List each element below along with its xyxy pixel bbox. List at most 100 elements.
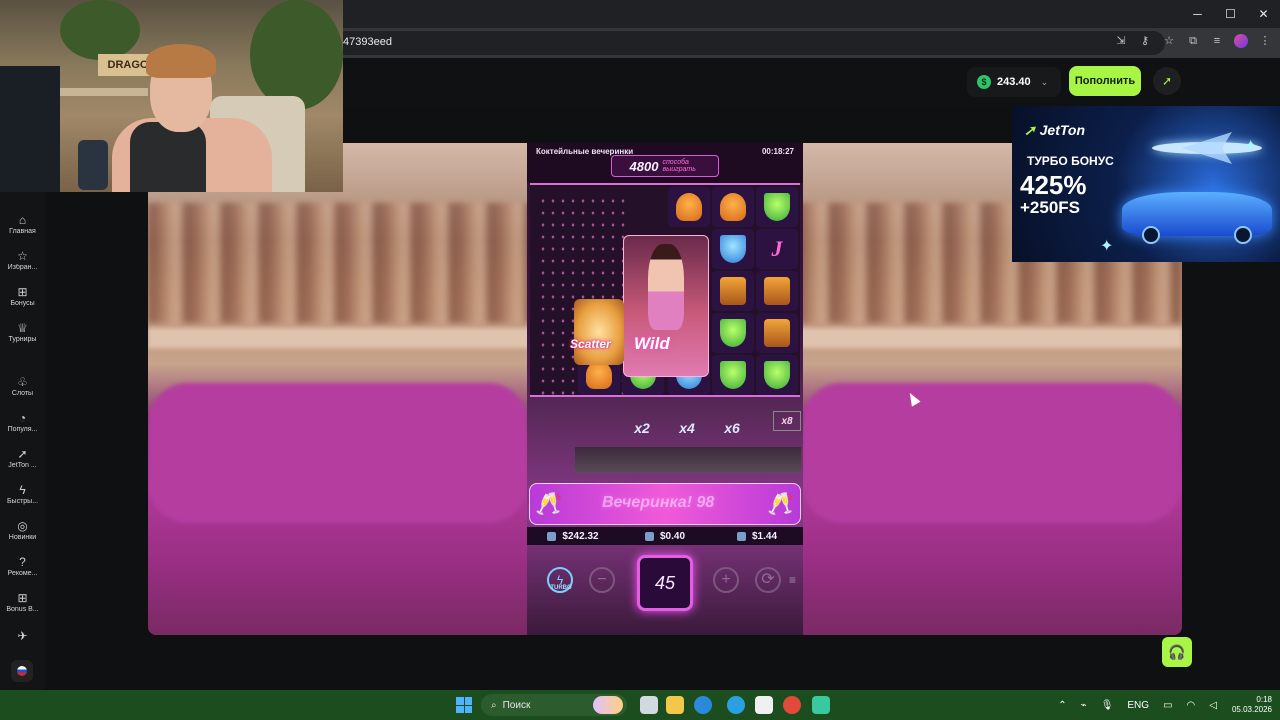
gift-icon: ⊞ (17, 285, 28, 299)
window-controls: ─ ☐ ✕ (1181, 0, 1280, 28)
sidebar-item-bonuses[interactable]: ⊞ Бонусы (0, 284, 45, 318)
ways-label: способа выиграть (662, 159, 696, 173)
sidebar-item-favorites[interactable]: ☆ Избран... (0, 248, 45, 282)
green-cocktail-icon (720, 361, 746, 389)
streaming-app-icon[interactable] (812, 696, 830, 714)
reel-symbol (756, 355, 798, 395)
profile-avatar-icon[interactable] (1234, 34, 1248, 48)
balance-selector[interactable]: $ 243.40 ⌄ (967, 67, 1061, 97)
sofa-right (802, 383, 1182, 523)
address-bar[interactable]: 47393eed (335, 31, 1165, 55)
wallet-icon (547, 531, 557, 541)
promo-banner[interactable]: ✦ ✦ ➚ JetTon ТУРБО БОНУС 425% +250FS (1012, 106, 1280, 262)
sidebar-item-label: JetTon ... (8, 462, 37, 469)
telegram-icon[interactable] (727, 696, 745, 714)
home-icon: ⌂ (18, 213, 27, 227)
extensions-icon[interactable]: ⧉ (1186, 34, 1200, 48)
volume-icon[interactable]: ◁ (1202, 700, 1224, 711)
sidebar-item-popular[interactable]: ◔ Популя... (0, 410, 45, 444)
chrome-icon[interactable] (783, 696, 801, 714)
microphone (78, 140, 108, 190)
stat-bet: $0.40 (619, 527, 711, 545)
bookmark-star-icon[interactable]: ☆ (1162, 34, 1176, 48)
sidebar-item-label: Турниры (8, 336, 37, 343)
orange-cocktail-icon (586, 361, 612, 389)
party-banner: 🥂 Вечеринка! 98 🥂 (529, 483, 801, 525)
deposit-button[interactable]: Пополнить (1069, 66, 1141, 96)
taskbar-search[interactable]: ⌕ Поиск (481, 694, 627, 716)
minimize-button[interactable]: ─ (1181, 0, 1214, 28)
sidebar-item-fast-games[interactable]: ϟ Быстры... (0, 482, 45, 516)
satellite-icon: ✈ (17, 629, 28, 643)
sidebar-item-home[interactable]: ⌂ Главная (0, 212, 45, 246)
close-window-button[interactable]: ✕ (1247, 0, 1280, 28)
ways-to-win-badge: 4800 способа выиграть (611, 155, 719, 177)
promo-line-3: +250FS (1020, 198, 1081, 217)
tray-chevron-icon[interactable]: ⌃ (1051, 700, 1073, 711)
reel-symbol (712, 313, 754, 353)
microphone-icon[interactable]: 🎙 (1094, 700, 1121, 711)
sidebar-item-recommended[interactable]: ? Рекоме... (0, 554, 45, 588)
display-icon[interactable]: ▭ (1156, 700, 1179, 711)
sidebar-item-jetton[interactable]: ➚ JetTon ... (0, 446, 45, 480)
green-cocktail-icon (764, 361, 790, 389)
browser-menu-icon[interactable]: ⋮ (1258, 34, 1272, 48)
sidebar-item-label: Популя... (7, 426, 38, 433)
media-controls-icon[interactable]: ≡ (1210, 34, 1224, 48)
sidebar-item-slots[interactable]: ♧ Слоты (0, 374, 45, 408)
sidebar-item-new[interactable]: ◎ Новинки (0, 518, 45, 552)
game-menu-icon[interactable]: ≡ (789, 573, 796, 587)
reel-symbol (712, 187, 754, 227)
language-flag-icon[interactable] (11, 660, 33, 682)
url-text: 47393eed (343, 36, 392, 48)
spin-button[interactable]: 45 (637, 555, 693, 611)
new-badge-icon: ◎ (17, 519, 28, 533)
task-view-icon[interactable] (640, 696, 658, 714)
promo-line-1: ТУРБО БОНУС (1027, 154, 1114, 168)
search-icon: ⌕ (491, 699, 497, 711)
champagne-glasses-icon: 🥂 (535, 491, 563, 516)
multiplier-bar: x2 x4 x6 x8 (527, 405, 803, 475)
password-key-icon[interactable]: ⚷ (1138, 34, 1152, 48)
wild-label: Wild (634, 334, 670, 353)
stat-balance: $242.32 (527, 527, 619, 545)
chip-icon (644, 531, 654, 541)
reel-grid[interactable]: J Wild Scatter (530, 183, 800, 397)
windows-start-icon[interactable] (456, 697, 472, 713)
star-icon: ☆ (17, 249, 28, 263)
reel-symbol: J (756, 229, 798, 269)
slot-game[interactable]: Коктейльные вечеринки 00:18:27 4800 спос… (527, 143, 803, 635)
language-indicator[interactable]: ENG (1120, 700, 1156, 711)
taskbar-clock[interactable]: 0:18 05.03.2026 (1224, 695, 1280, 715)
jetton-plane-icon[interactable]: ➚ (1153, 67, 1181, 95)
file-explorer-icon[interactable] (666, 696, 684, 714)
decrease-bet-button[interactable]: − (589, 567, 615, 593)
maximize-button[interactable]: ☐ (1214, 0, 1247, 28)
search-highlight-art (593, 696, 623, 714)
support-chat-button[interactable]: 🎧 (1162, 637, 1192, 667)
autoplay-button[interactable]: ⟳ (755, 567, 781, 593)
wifi-icon[interactable]: ◠ (1180, 700, 1203, 711)
wheel (1142, 226, 1160, 244)
increase-bet-button[interactable]: + (713, 567, 739, 593)
question-icon: ? (19, 555, 26, 569)
install-app-icon[interactable]: ⇲ (1114, 34, 1128, 48)
balance-amount: 243.40 (997, 76, 1031, 88)
multiplier-x6: x6 (724, 420, 740, 436)
sidebar-item-label: Новинки (8, 534, 37, 541)
reel-symbol (668, 187, 710, 227)
sidebar: ⌂ Главная ☆ Избран... ⊞ Бонусы ♕ Турниры… (0, 192, 45, 690)
cherries-icon: ♧ (17, 375, 28, 389)
sidebar-item-tournaments[interactable]: ♕ Турниры (0, 320, 45, 354)
wild-symbol: Wild (623, 235, 709, 377)
cash-icon (736, 531, 746, 541)
capcut-icon[interactable] (755, 696, 773, 714)
edge-browser-icon[interactable] (694, 696, 712, 714)
stat-win: $1.44 (711, 527, 803, 545)
sidebar-item-label: Главная (9, 228, 36, 235)
bar-counter (575, 447, 801, 473)
sidebar-item-label: Слоты (11, 390, 34, 397)
sidebar-item-extra[interactable]: ✈ (0, 628, 45, 662)
network-icon[interactable]: ⌁ (1074, 700, 1094, 711)
sidebar-item-bonus-buy[interactable]: ⊞ Bonus B... (0, 590, 45, 624)
